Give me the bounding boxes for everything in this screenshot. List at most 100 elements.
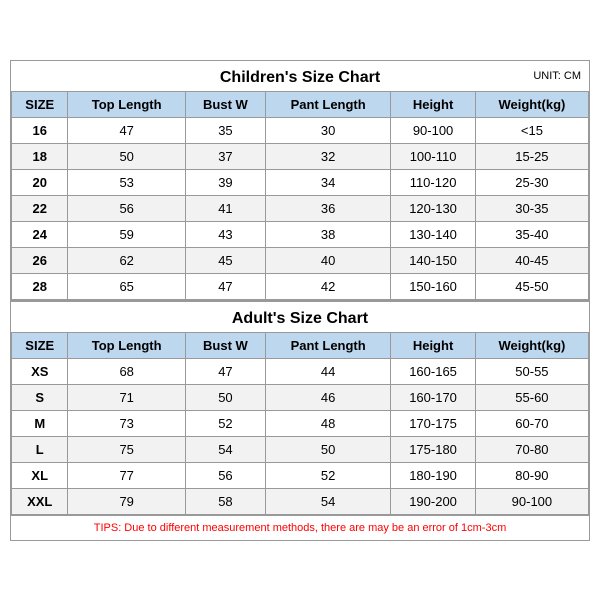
table-cell: L xyxy=(12,436,68,462)
table-row: XL775652180-19080-90 xyxy=(12,462,589,488)
table-cell: 180-190 xyxy=(391,462,476,488)
table-cell: 175-180 xyxy=(391,436,476,462)
table-cell: 38 xyxy=(266,221,391,247)
table-cell: 20 xyxy=(12,169,68,195)
table-cell: M xyxy=(12,410,68,436)
table-row: 1647353090-100<15 xyxy=(12,117,589,143)
table-cell: 43 xyxy=(185,221,265,247)
table-cell: 62 xyxy=(68,247,185,273)
table-cell: 25-30 xyxy=(475,169,588,195)
table-cell: 45 xyxy=(185,247,265,273)
table-cell: 79 xyxy=(68,488,185,514)
table-cell: 48 xyxy=(266,410,391,436)
table-cell: 36 xyxy=(266,195,391,221)
adults-header-row: SIZE Top Length Bust W Pant Length Heigh… xyxy=(12,332,589,358)
children-table: SIZE Top Length Bust W Pant Length Heigh… xyxy=(11,91,589,300)
adults-col-bust: Bust W xyxy=(185,332,265,358)
children-col-size: SIZE xyxy=(12,91,68,117)
table-cell: 60-70 xyxy=(475,410,588,436)
table-cell: 40 xyxy=(266,247,391,273)
table-cell: 50 xyxy=(266,436,391,462)
table-cell: 190-200 xyxy=(391,488,476,514)
table-cell: 56 xyxy=(185,462,265,488)
table-cell: 47 xyxy=(185,273,265,299)
table-row: XXL795854190-20090-100 xyxy=(12,488,589,514)
table-cell: 110-120 xyxy=(391,169,476,195)
table-cell: 50-55 xyxy=(475,358,588,384)
table-cell: 47 xyxy=(68,117,185,143)
table-cell: 35 xyxy=(185,117,265,143)
table-cell: 30-35 xyxy=(475,195,588,221)
table-cell: 40-45 xyxy=(475,247,588,273)
table-cell: 35-40 xyxy=(475,221,588,247)
table-row: 22564136120-13030-35 xyxy=(12,195,589,221)
table-cell: 58 xyxy=(185,488,265,514)
table-cell: 32 xyxy=(266,143,391,169)
adults-title: Adult's Size Chart xyxy=(11,300,589,332)
table-cell: 37 xyxy=(185,143,265,169)
table-cell: 54 xyxy=(185,436,265,462)
table-cell: XL xyxy=(12,462,68,488)
table-cell: 53 xyxy=(68,169,185,195)
table-cell: 68 xyxy=(68,358,185,384)
table-cell: 54 xyxy=(266,488,391,514)
table-row: 20533934110-12025-30 xyxy=(12,169,589,195)
table-cell: 130-140 xyxy=(391,221,476,247)
table-cell: 47 xyxy=(185,358,265,384)
table-cell: 16 xyxy=(12,117,68,143)
adults-title-text: Adult's Size Chart xyxy=(232,310,368,327)
adults-table: SIZE Top Length Bust W Pant Length Heigh… xyxy=(11,332,589,515)
table-cell: 28 xyxy=(12,273,68,299)
children-col-height: Height xyxy=(391,91,476,117)
table-cell: 24 xyxy=(12,221,68,247)
table-cell: 55-60 xyxy=(475,384,588,410)
table-cell: 65 xyxy=(68,273,185,299)
table-cell: 56 xyxy=(68,195,185,221)
table-cell: S xyxy=(12,384,68,410)
table-cell: 34 xyxy=(266,169,391,195)
table-cell: <15 xyxy=(475,117,588,143)
table-cell: 71 xyxy=(68,384,185,410)
children-header-row: SIZE Top Length Bust W Pant Length Heigh… xyxy=(12,91,589,117)
table-cell: 50 xyxy=(68,143,185,169)
table-cell: 30 xyxy=(266,117,391,143)
table-cell: 15-25 xyxy=(475,143,588,169)
children-col-bust: Bust W xyxy=(185,91,265,117)
table-row: XS684744160-16550-55 xyxy=(12,358,589,384)
table-cell: 100-110 xyxy=(391,143,476,169)
table-cell: 44 xyxy=(266,358,391,384)
table-cell: 90-100 xyxy=(475,488,588,514)
children-title: Children's Size Chart UNIT: CM xyxy=(11,61,589,91)
table-cell: XXL xyxy=(12,488,68,514)
table-row: S715046160-17055-60 xyxy=(12,384,589,410)
table-cell: 22 xyxy=(12,195,68,221)
table-cell: 80-90 xyxy=(475,462,588,488)
table-cell: 160-170 xyxy=(391,384,476,410)
table-cell: 26 xyxy=(12,247,68,273)
adults-col-pant: Pant Length xyxy=(266,332,391,358)
table-cell: 39 xyxy=(185,169,265,195)
table-cell: 18 xyxy=(12,143,68,169)
unit-label: UNIT: CM xyxy=(533,70,581,82)
table-row: 24594338130-14035-40 xyxy=(12,221,589,247)
table-cell: 52 xyxy=(266,462,391,488)
table-cell: 46 xyxy=(266,384,391,410)
children-col-weight: Weight(kg) xyxy=(475,91,588,117)
table-row: 26624540140-15040-45 xyxy=(12,247,589,273)
table-cell: 41 xyxy=(185,195,265,221)
children-col-pant: Pant Length xyxy=(266,91,391,117)
adults-col-height: Height xyxy=(391,332,476,358)
table-cell: 42 xyxy=(266,273,391,299)
table-row: 28654742150-16045-50 xyxy=(12,273,589,299)
table-row: L755450175-18070-80 xyxy=(12,436,589,462)
table-cell: 59 xyxy=(68,221,185,247)
table-cell: 140-150 xyxy=(391,247,476,273)
table-cell: 75 xyxy=(68,436,185,462)
table-cell: 120-130 xyxy=(391,195,476,221)
table-cell: 52 xyxy=(185,410,265,436)
table-cell: 70-80 xyxy=(475,436,588,462)
table-row: 18503732100-11015-25 xyxy=(12,143,589,169)
table-cell: 50 xyxy=(185,384,265,410)
children-title-text: Children's Size Chart xyxy=(220,69,380,86)
table-cell: 77 xyxy=(68,462,185,488)
